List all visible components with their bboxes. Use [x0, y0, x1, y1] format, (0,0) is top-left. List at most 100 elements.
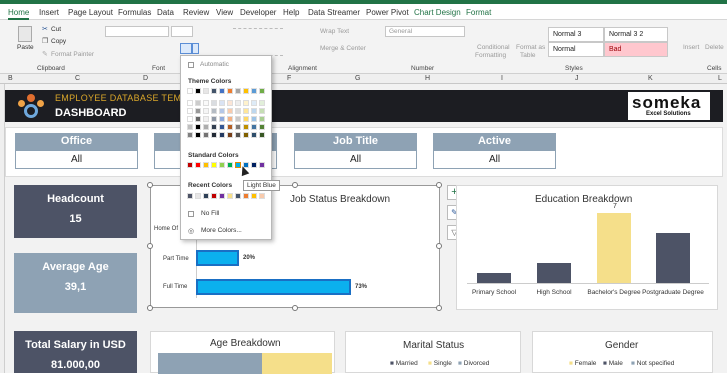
paste-icon[interactable] [18, 26, 32, 42]
theme-color-swatch[interactable] [219, 108, 225, 114]
theme-color-swatch[interactable] [195, 108, 201, 114]
tab-home[interactable]: Home [8, 8, 30, 20]
column-b[interactable]: B [8, 75, 13, 82]
theme-color-swatch[interactable] [211, 108, 217, 114]
tab-data[interactable]: Data [157, 8, 174, 17]
automatic-option[interactable]: Automatic [200, 61, 229, 68]
merge-center-button[interactable]: Merge & Center [320, 45, 366, 52]
insert-cells-button[interactable]: Insert [683, 44, 699, 51]
theme-color-swatch[interactable] [251, 116, 257, 122]
resize-handle[interactable] [292, 182, 298, 188]
resize-handle[interactable] [147, 243, 153, 249]
standard-color-swatch[interactable] [227, 162, 233, 168]
copy-button[interactable]: Copy [51, 38, 66, 45]
tab-power-pivot[interactable]: Power Pivot [366, 8, 409, 17]
theme-color-swatch[interactable] [227, 100, 233, 106]
no-fill-option[interactable]: No Fill [201, 210, 219, 217]
paste-button[interactable]: Paste [17, 44, 34, 51]
tab-insert[interactable]: Insert [39, 8, 59, 17]
column-c[interactable]: C [75, 75, 80, 82]
resize-handle[interactable] [292, 305, 298, 311]
conditional-formatting-button[interactable]: Conditional [477, 44, 510, 51]
resize-handle[interactable] [436, 305, 442, 311]
align-icons[interactable] [233, 28, 283, 56]
theme-color-swatch[interactable] [251, 100, 257, 106]
bar-high-school[interactable] [537, 263, 571, 283]
column-l[interactable]: L [718, 75, 722, 82]
filter-active-value[interactable]: All [433, 150, 556, 169]
theme-color-swatch[interactable] [243, 108, 249, 114]
recent-color-swatch[interactable] [227, 193, 233, 199]
column-i[interactable]: I [501, 75, 503, 82]
theme-color-swatch[interactable] [235, 116, 241, 122]
fill-color-icon[interactable] [180, 43, 192, 54]
theme-color-swatch[interactable] [243, 132, 249, 138]
theme-color-swatch[interactable] [195, 116, 201, 122]
theme-color-swatch[interactable] [187, 88, 193, 94]
theme-color-swatch[interactable] [227, 108, 233, 114]
column-h[interactable]: H [425, 75, 430, 82]
recent-color-grid[interactable] [187, 193, 269, 201]
resize-handle[interactable] [147, 182, 153, 188]
column-g[interactable]: G [355, 75, 360, 82]
recent-color-swatch[interactable] [203, 193, 209, 199]
filter-office-value[interactable]: All [15, 150, 138, 169]
tab-format[interactable]: Format [466, 8, 491, 17]
tab-data-streamer[interactable]: Data Streamer [308, 8, 360, 17]
format-as-table-button[interactable]: Format as [516, 44, 545, 51]
more-colors-option[interactable]: More Colors... [201, 227, 242, 234]
theme-color-swatch[interactable] [187, 116, 193, 122]
theme-color-swatch[interactable] [251, 124, 257, 130]
tab-help[interactable]: Help [283, 8, 299, 17]
theme-color-swatch[interactable] [219, 124, 225, 130]
resize-handle[interactable] [147, 305, 153, 311]
age-bar-gold[interactable] [262, 353, 332, 374]
theme-color-swatch[interactable] [243, 124, 249, 130]
format-painter-button[interactable]: Format Painter [51, 51, 94, 58]
theme-color-swatch[interactable] [211, 124, 217, 130]
standard-color-swatch[interactable] [203, 162, 209, 168]
standard-color-swatch[interactable] [219, 162, 225, 168]
theme-color-swatch[interactable] [211, 100, 217, 106]
recent-color-swatch[interactable] [259, 193, 265, 199]
theme-color-swatch[interactable] [203, 116, 209, 122]
theme-color-swatch[interactable] [195, 124, 201, 130]
number-format-select[interactable]: General [385, 26, 465, 37]
theme-color-swatch[interactable] [259, 108, 265, 114]
filter-job-title-value[interactable]: All [294, 150, 417, 169]
standard-color-swatch[interactable] [251, 162, 257, 168]
style-normal-3[interactable]: Normal 3 [548, 27, 604, 42]
theme-color-swatch[interactable] [251, 132, 257, 138]
theme-color-swatch[interactable] [203, 108, 209, 114]
theme-color-swatch[interactable] [211, 132, 217, 138]
theme-color-swatch[interactable] [251, 108, 257, 114]
automatic-swatch[interactable] [188, 62, 194, 68]
theme-color-swatch[interactable] [195, 88, 201, 94]
theme-color-swatch[interactable] [227, 116, 233, 122]
standard-color-swatch[interactable] [259, 162, 265, 168]
theme-color-swatch[interactable] [259, 88, 265, 94]
style-normal[interactable]: Normal [548, 42, 604, 57]
filter-office[interactable]: Office All [15, 133, 138, 171]
theme-color-swatch[interactable] [187, 108, 193, 114]
theme-color-swatch[interactable] [259, 132, 265, 138]
theme-color-swatch[interactable] [219, 132, 225, 138]
wrap-text-button[interactable]: Wrap Text [320, 28, 349, 35]
standard-color-grid[interactable] [187, 162, 269, 170]
theme-color-swatch[interactable] [227, 88, 233, 94]
filter-active[interactable]: Active All [433, 133, 556, 171]
theme-color-swatch[interactable] [235, 88, 241, 94]
bar-postgraduate[interactable] [656, 233, 690, 283]
font-size-select[interactable] [171, 26, 193, 37]
theme-color-swatch[interactable] [211, 116, 217, 122]
tab-developer[interactable]: Developer [240, 8, 276, 17]
column-f[interactable]: F [287, 75, 291, 82]
theme-color-swatch[interactable] [235, 124, 241, 130]
bar-bachelors[interactable] [597, 213, 631, 283]
delete-cells-button[interactable]: Delete [705, 44, 724, 51]
theme-color-swatch[interactable] [243, 116, 249, 122]
theme-color-swatch[interactable] [259, 116, 265, 122]
cut-button[interactable]: Cut [51, 26, 61, 33]
theme-color-swatch[interactable] [203, 132, 209, 138]
bar-primary-school[interactable] [477, 273, 511, 283]
